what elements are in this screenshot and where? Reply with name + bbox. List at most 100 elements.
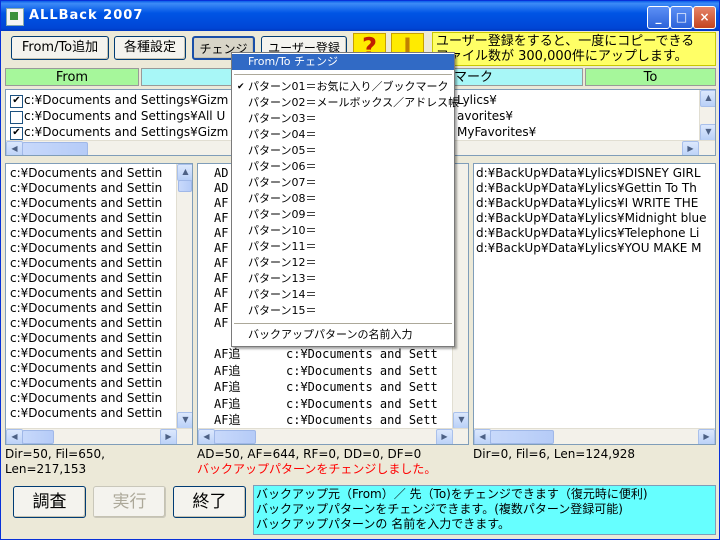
scroll-down-icon[interactable]: ▼: [177, 412, 192, 429]
action-row: AF: [214, 256, 229, 270]
fromto-add-button[interactable]: From/To追加: [11, 36, 109, 60]
action-row: AF: [214, 196, 229, 210]
to-file-row: d:¥BackUp¥Data¥Lylics¥Telephone Li: [476, 226, 700, 240]
from-file-row: c:¥Documents and Settin: [10, 166, 163, 180]
to-file-row: d:¥BackUp¥Data¥Lylics¥Midnight blue: [476, 211, 707, 225]
menu-item-pattern-13[interactable]: パターン13＝: [232, 271, 454, 287]
menu-item-label: パターン02＝メールボックス／アドレス帳: [248, 96, 460, 109]
menu-item-pattern-08[interactable]: パターン08＝: [232, 191, 454, 207]
check-icon: ✔: [12, 95, 21, 106]
scroll-right-icon[interactable]: ▶: [682, 141, 699, 155]
to-file-row: d:¥BackUp¥Data¥Lylics¥DISNEY GIRL: [476, 166, 701, 180]
register-banner: ユーザー登録をすると、一度にコピーできる ファイル数が 300,000件にアップ…: [432, 32, 716, 66]
menu-item-pattern-10[interactable]: パターン10＝: [232, 223, 454, 239]
fromto-checkbox-1[interactable]: ✔: [10, 95, 23, 108]
action-status-line2: バックアップパターンをチェンジしました。: [197, 462, 437, 476]
action-path: c:¥Documents and Sett: [286, 380, 438, 394]
menu-item-pattern-07[interactable]: パターン07＝: [232, 175, 454, 191]
menu-item-fromto-change[interactable]: From/To チェンジ: [232, 54, 454, 70]
fromto-checkbox-2[interactable]: [10, 111, 23, 124]
survey-button[interactable]: 調査: [13, 486, 86, 518]
scroll-thumb[interactable]: [178, 180, 192, 192]
action-status: AD=50, AF=644, RF=0, DD=0, DF=0 バックアップパタ…: [197, 447, 436, 477]
scroll-thumb[interactable]: [22, 430, 54, 444]
header-to: To: [585, 68, 716, 86]
fromto-vscroll[interactable]: ▲ ▼: [699, 90, 715, 141]
from-file-list[interactable]: c:¥Documents and Settin c:¥Documents and …: [5, 163, 193, 445]
minimize-button[interactable]: _: [647, 6, 670, 29]
scroll-down-icon[interactable]: ▼: [453, 412, 468, 429]
menu-item-pattern-03[interactable]: パターン03＝: [232, 111, 454, 127]
settings-button[interactable]: 各種設定: [114, 36, 186, 60]
banner-line1: ユーザー登録をすると、一度にコピーできる: [436, 34, 695, 49]
scroll-left-icon[interactable]: ◀: [474, 429, 491, 444]
menu-item-pattern-06[interactable]: パターン06＝: [232, 159, 454, 175]
to-file-list[interactable]: d:¥BackUp¥Data¥Lylics¥DISNEY GIRL d:¥Back…: [473, 163, 716, 445]
menu-item-pattern-04[interactable]: パターン04＝: [232, 127, 454, 143]
scroll-thumb[interactable]: [22, 142, 88, 155]
menu-item-label: パターン11＝: [248, 240, 317, 253]
info-box: バックアップ元（From）／ 先（To)をチェンジできます（復元時に便利) バッ…: [253, 485, 716, 535]
scroll-left-icon[interactable]: ◀: [6, 141, 23, 155]
from-hscroll[interactable]: ◀ ▶: [6, 428, 192, 444]
menu-item-label: パターン03＝: [248, 112, 317, 125]
from-file-row: c:¥Documents and Settin: [10, 301, 163, 315]
menu-item-pattern-11[interactable]: パターン11＝: [232, 239, 454, 255]
run-button[interactable]: 実行: [93, 486, 166, 518]
maximize-button[interactable]: □: [670, 6, 693, 29]
menu-item-pattern-15[interactable]: パターン15＝: [232, 303, 454, 319]
menu-item-pattern-01[interactable]: ✔ パターン01＝お気に入り／ブックマーク: [232, 79, 454, 95]
menu-item-label: パターン01＝お気に入り／ブックマーク: [248, 80, 449, 93]
scroll-up-icon[interactable]: ▲: [700, 90, 715, 107]
scroll-thumb[interactable]: [490, 430, 554, 444]
quit-button[interactable]: 終了: [173, 486, 246, 518]
menu-item-label: パターン04＝: [248, 128, 317, 141]
menu-item-name-input[interactable]: バックアップパターンの名前入力: [232, 327, 454, 343]
action-row: AF: [214, 241, 229, 255]
menu-item-pattern-09[interactable]: パターン09＝: [232, 207, 454, 223]
to-file-row: d:¥BackUp¥Data¥Lylics¥Gettin To Th: [476, 181, 697, 195]
scroll-right-icon[interactable]: ▶: [698, 429, 715, 444]
menu-item-pattern-05[interactable]: パターン05＝: [232, 143, 454, 159]
to-file-row: d:¥BackUp¥Data¥Lylics¥I WRITE THE: [476, 196, 699, 210]
header-from: From: [5, 68, 139, 86]
scroll-down-icon[interactable]: ▼: [700, 124, 715, 141]
to-hscroll[interactable]: ◀ ▶: [474, 428, 715, 444]
action-kind: AF追: [214, 347, 241, 361]
action-kind: AF追: [214, 396, 241, 411]
from-status-line1: Dir=50, Fil=650,: [5, 447, 105, 461]
from-file-row: c:¥Documents and Settin: [10, 241, 163, 255]
from-vscroll[interactable]: ▲ ▼: [176, 164, 192, 429]
menu-separator: [234, 323, 452, 324]
fromto-from-3: c:¥Documents and Settings¥Gizm: [24, 125, 229, 139]
scroll-left-icon[interactable]: ◀: [198, 429, 215, 444]
to-file-row: d:¥BackUp¥Data¥Lylics¥YOU MAKE M: [476, 241, 702, 255]
scroll-right-icon[interactable]: ▶: [160, 429, 177, 444]
to-status: Dir=0, Fil=6, Len=124,928: [473, 447, 635, 461]
menu-item-label: パターン13＝: [248, 272, 317, 285]
fromto-checkbox-3[interactable]: ✔: [10, 127, 23, 140]
scroll-right-icon[interactable]: ▶: [436, 429, 453, 444]
action-row: AD: [214, 166, 229, 180]
app-icon: [6, 8, 24, 26]
header-middle-label: マーク: [454, 70, 494, 85]
action-path: c:¥Documents and Sett: [286, 363, 438, 378]
scroll-thumb[interactable]: [214, 430, 256, 444]
banner-line2: ファイル数が 300,000件にアップします。: [436, 49, 688, 64]
action-kind: AF追: [214, 380, 241, 394]
menu-item-pattern-14[interactable]: パターン14＝: [232, 287, 454, 303]
fromto-to-1: Lylics¥: [457, 93, 497, 107]
scroll-up-icon[interactable]: ▲: [177, 164, 192, 181]
action-hscroll[interactable]: ◀ ▶: [198, 428, 468, 444]
menu-item-pattern-02[interactable]: パターン02＝メールボックス／アドレス帳: [232, 95, 459, 111]
from-file-row: c:¥Documents and Settin: [10, 376, 163, 390]
close-button[interactable]: ×: [693, 6, 716, 29]
from-file-row: c:¥Documents and Settin: [10, 196, 163, 210]
from-file-row: c:¥Documents and Settin: [10, 316, 163, 330]
scroll-left-icon[interactable]: ◀: [6, 429, 23, 444]
action-row: AF: [214, 286, 229, 300]
action-row: AF: [214, 271, 229, 285]
menu-item-pattern-12[interactable]: パターン12＝: [232, 255, 454, 271]
menu-item-label: パターン05＝: [248, 144, 317, 157]
title-bar[interactable]: ALLBack 2007 _ □ ×: [1, 1, 719, 31]
